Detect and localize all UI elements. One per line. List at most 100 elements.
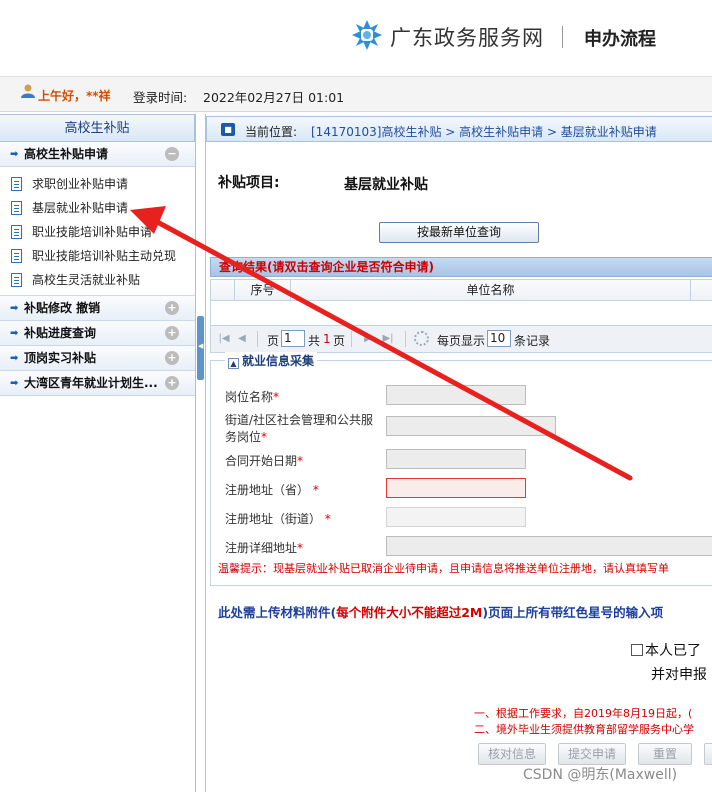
page: 广东政务服务网 申办流程 上午好，**祥 登录时间: 2022年02月27日 0… — [0, 0, 712, 792]
first-page-icon[interactable]: |◀ — [217, 332, 231, 346]
result-table-header: 序号 单位名称 — [210, 279, 712, 301]
field-label-street: 注册地址（街道） * — [225, 512, 331, 526]
page-number-input[interactable]: 1 — [281, 330, 305, 347]
position-name-input[interactable] — [386, 385, 526, 405]
sidebar-group-internship[interactable]: ➡ 顶岗实习补贴 + — [0, 346, 195, 371]
sidebar: 高校生补贴 ➡ 高校生补贴申请 − 求职创业补贴申请 基层就业补贴申请 职业技能… — [0, 114, 196, 792]
sidebar-item-label: 职业技能培训补贴申请 — [32, 225, 153, 239]
chevron-left-icon: ◀ — [198, 342, 204, 350]
sidebar-item-label: 求职创业补贴申请 — [32, 177, 129, 191]
total-pages: 1 — [323, 332, 331, 346]
detail-address-input[interactable] — [386, 536, 712, 556]
prev-page-icon[interactable]: ◀ — [235, 332, 249, 346]
breadcrumb-label: 当前位置: — [245, 125, 298, 139]
query-latest-unit-button[interactable]: 按最新单位查询 — [379, 222, 539, 243]
sidebar-group-bay-area[interactable]: ➡ 大湾区青年就业计划生... + — [0, 371, 195, 396]
community-post-select[interactable] — [386, 416, 556, 436]
document-icon — [11, 249, 22, 263]
document-icon — [11, 177, 22, 191]
more-button[interactable] — [704, 743, 712, 765]
verify-info-button[interactable]: 核对信息 — [478, 743, 546, 765]
flow-title[interactable]: 申办流程 — [584, 25, 656, 51]
sidebar-group-label: 补贴修改 撤销 — [24, 301, 101, 315]
sidebar-item-label: 基层就业补贴申请 — [32, 201, 129, 215]
sidebar-item-job-startup[interactable]: 求职创业补贴申请 — [0, 172, 195, 196]
greeting: 上午好，**祥 — [38, 89, 111, 103]
page-label: 页 — [267, 334, 280, 348]
user-bar: 上午好，**祥 登录时间: 2022年02月27日 01:01 — [0, 76, 712, 112]
sidebar-item-skill-training[interactable]: 职业技能培训补贴申请 — [0, 220, 195, 244]
agreement-line-2: 并对申报 — [651, 667, 707, 683]
collapse-icon[interactable]: − — [165, 147, 179, 161]
contract-start-date-input[interactable] — [386, 449, 526, 469]
sidebar-group-label: 高校生补贴申请 — [24, 147, 109, 161]
sidebar-item-flexible-employment[interactable]: 高校生灵活就业补贴 — [0, 268, 195, 292]
reset-button[interactable]: 重置 — [638, 743, 692, 765]
sidebar-item-skill-training-auto[interactable]: 职业技能培训补贴主动兑现 — [0, 244, 195, 268]
column-header-index: 序号 — [235, 280, 291, 300]
province-select[interactable] — [386, 478, 526, 498]
project-value: 基层就业补贴 — [344, 177, 428, 193]
arrow-right-icon: ➡ — [10, 378, 19, 389]
arrow-right-icon: ➡ — [10, 353, 19, 364]
submit-application-button[interactable]: 提交申请 — [558, 743, 626, 765]
login-time: 2022年02月27日 01:01 — [203, 90, 345, 105]
watermark: CSDN @明东(Maxwell) — [523, 767, 678, 783]
sidebar-collapse-handle[interactable]: ◀ — [197, 316, 204, 380]
pager-divider — [405, 331, 406, 347]
employment-info-section: ▲ 就业信息采集 岗位名称* 街道/社区社会管理和公共服 务岗位* 合同开始日期*… — [210, 352, 712, 586]
table-header-checkbox — [211, 280, 235, 300]
sidebar-group-label: 大湾区青年就业计划生... — [24, 376, 158, 390]
field-label-detail-address: 注册详细地址* — [225, 541, 304, 555]
field-label-contract-start: 合同开始日期* — [225, 454, 304, 468]
sidebar-group-progress[interactable]: ➡ 补贴进度查询 + — [0, 321, 195, 346]
pager-divider — [351, 331, 352, 347]
result-header: 查询结果(请双击查询企业是否符合申请) — [210, 257, 712, 277]
document-icon — [11, 273, 22, 287]
main-panel: ■ 当前位置: [14170103]高校生补贴 > 高校生补贴申请 > 基层就业… — [206, 114, 712, 792]
document-icon — [11, 201, 22, 215]
field-label-community-post: 街道/社区社会管理和公共服 — [225, 413, 374, 427]
user-icon — [21, 84, 35, 98]
warm-tip: 温馨提示：现基层就业补贴已取消企业待申请，且申请信息将推送单位注册地，请认真填写… — [218, 562, 669, 575]
notice-1: 一、根据工作要求，自2019年8月19日起，( — [474, 707, 693, 720]
field-label-community-post-2: 务岗位* — [225, 430, 268, 444]
header-divider — [562, 26, 563, 48]
sidebar-group-subsidy-apply[interactable]: ➡ 高校生补贴申请 − — [0, 142, 195, 167]
upload-note: 此处需上传材料附件(每个附件大小不能超过2M)页面上所有带红色星号的输入项 — [218, 605, 664, 620]
total-prefix: 共 — [308, 334, 321, 348]
agreement-checkbox[interactable] — [631, 644, 643, 656]
notice-2: 二、境外毕业生须提供教育部留学服务中心学 — [474, 723, 694, 736]
column-header-unit-name: 单位名称 — [291, 280, 691, 300]
arrow-right-icon: ➡ — [10, 149, 19, 160]
section-legend[interactable]: ▲ 就业信息采集 — [225, 352, 318, 369]
sidebar-item-grassroots[interactable]: 基层就业补贴申请 — [0, 196, 195, 220]
document-icon — [11, 225, 22, 239]
location-icon: ■ — [221, 123, 235, 136]
sidebar-item-label: 高校生灵活就业补贴 — [32, 273, 141, 287]
arrow-right-icon: ➡ — [10, 328, 19, 339]
total-suffix: 页 — [333, 334, 346, 348]
arrow-right-icon: ➡ — [10, 303, 19, 314]
per-page-input[interactable]: 10 — [487, 330, 511, 347]
field-label-province: 注册地址（省） * — [225, 483, 319, 497]
per-page-label: 每页显示 — [437, 334, 486, 348]
breadcrumb-path[interactable]: [14170103]高校生补贴 > 高校生补贴申请 > 基层就业补贴申请 — [311, 123, 657, 140]
last-page-icon[interactable]: ▶| — [381, 332, 395, 346]
records-label: 条记录 — [514, 334, 551, 348]
refresh-icon[interactable] — [414, 331, 429, 346]
sidebar-group-modify-cancel[interactable]: ➡ 补贴修改 撤销 + — [0, 296, 195, 321]
next-page-icon[interactable]: ▶ — [361, 332, 375, 346]
pagination-bar: |◀ ◀ 页 1 共 1 页 ▶ ▶| 每页显示 10 条记录 — [210, 325, 712, 353]
sidebar-group-label: 顶岗实习补贴 — [24, 351, 97, 365]
expand-icon[interactable]: + — [165, 376, 179, 390]
project-label: 补贴项目: — [218, 175, 280, 191]
collapse-section-icon[interactable]: ▲ — [228, 358, 239, 369]
expand-icon[interactable]: + — [165, 301, 179, 315]
section-title: 就业信息采集 — [242, 354, 315, 368]
street-select[interactable] — [386, 507, 526, 527]
expand-icon[interactable]: + — [165, 351, 179, 365]
sidebar-item-label: 职业技能培训补贴主动兑现 — [32, 249, 177, 263]
expand-icon[interactable]: + — [165, 326, 179, 340]
logo-icon — [352, 20, 382, 50]
